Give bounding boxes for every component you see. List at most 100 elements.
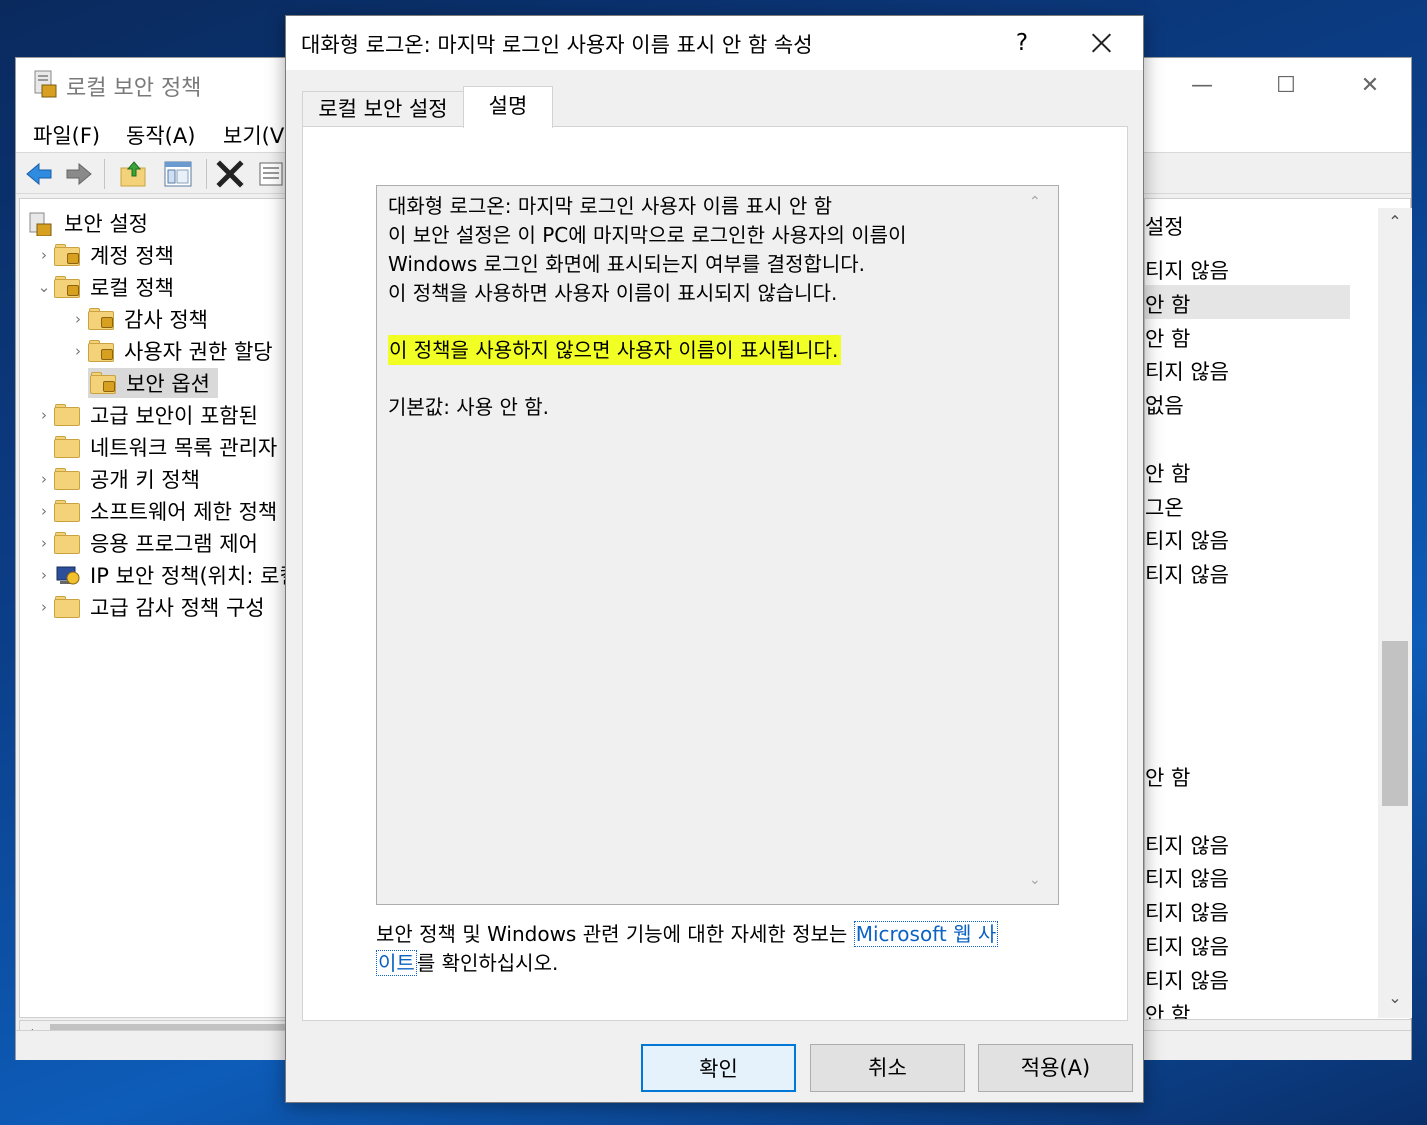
tree-item-app-control[interactable]: › 응용 프로그램 제어: [28, 527, 299, 559]
locked-folder-icon: [54, 244, 80, 266]
microsoft-website-link[interactable]: Microsoft 웹 사: [853, 921, 999, 947]
folder-icon: [54, 468, 80, 490]
microsoft-website-link-continued[interactable]: 이트: [376, 950, 417, 976]
minimize-button[interactable]: —: [1182, 72, 1222, 100]
tree-item-ip-security[interactable]: › IP 보안 정책(위치: 로컬: [28, 559, 299, 591]
list-item[interactable]: 안 함: [1145, 458, 1190, 488]
tree-item-advanced-firewall[interactable]: › 고급 보안이 포함된: [28, 399, 299, 431]
scrollbar-thumb[interactable]: [1382, 641, 1408, 806]
expand-arrow-icon[interactable]: ›: [68, 342, 88, 360]
tree-item-software-restriction[interactable]: › 소프트웨어 제한 정책: [28, 495, 299, 527]
tree-item-user-rights[interactable]: › 사용자 권한 할당: [28, 335, 299, 367]
expand-arrow-icon[interactable]: ›: [34, 246, 54, 264]
tab-explain[interactable]: 설명: [463, 86, 553, 128]
tree-item-label: 보안 옵션: [126, 372, 210, 396]
show-hide-tree-icon[interactable]: [162, 158, 194, 190]
list-item[interactable]: 티지 않음: [1145, 830, 1229, 860]
description-line: Windows 로그인 화면에 표시되는지 여부를 결정합니다.: [388, 252, 866, 276]
tree-item-label: 고급 보안이 포함된: [90, 404, 258, 428]
tree-item-label: 고급 감사 정책 구성: [90, 596, 265, 620]
more-info-suffix: 를 확인하십시오.: [416, 951, 559, 975]
collapse-arrow-icon[interactable]: ⌄: [34, 278, 54, 296]
list-item[interactable]: 티지 않음: [1145, 559, 1229, 589]
list-item[interactable]: 안 함: [1145, 999, 1190, 1019]
delete-x-icon[interactable]: [214, 158, 246, 190]
tree-item-label: 계정 정책: [90, 244, 174, 268]
list-item[interactable]: 없음: [1145, 390, 1184, 420]
list-item[interactable]: 그온: [1145, 492, 1184, 522]
console-tree: 보안 설정 › 계정 정책 ⌄ 로컬 정책 › 감사 정책 › 사용자 권한 할…: [19, 198, 319, 1018]
scroll-down-icon[interactable]: ⌄: [1029, 872, 1041, 888]
tree-item-local-policy[interactable]: ⌄ 로컬 정책: [28, 271, 299, 303]
tree-item-advanced-audit[interactable]: › 고급 감사 정책 구성: [28, 591, 299, 623]
scroll-up-icon[interactable]: ⌃: [1378, 212, 1412, 231]
description-text: 대화형 로그온: 마지막 로그인 사용자 이름 표시 안 함 이 보안 설정은 …: [388, 192, 1018, 422]
column-header-setting[interactable]: 설정: [1145, 211, 1184, 241]
list-item[interactable]: 티지 않음: [1145, 863, 1229, 893]
list-item[interactable]: 안 함: [1145, 289, 1190, 319]
dialog-close-button[interactable]: [1074, 25, 1124, 61]
tree-item-label: 사용자 권한 할당: [124, 340, 273, 364]
forward-arrow-icon[interactable]: [63, 158, 95, 190]
locked-folder-icon: [90, 372, 116, 394]
scroll-down-icon[interactable]: ⌄: [1378, 988, 1412, 1007]
folder-icon: [54, 596, 80, 618]
list-vertical-scrollbar[interactable]: ⌃ ⌄: [1378, 208, 1412, 1018]
list-item[interactable]: 티지 않음: [1145, 897, 1229, 927]
tree-item-label: 로컬 정책: [90, 276, 174, 300]
menu-action[interactable]: 동작(A): [126, 120, 195, 150]
description-line: 이 정책을 사용하면 사용자 이름이 표시되지 않습니다.: [388, 281, 838, 305]
policy-list: 설정 티지 않음 안 함안 함 티지 않음 없음 안 함 그온 티지 않음 티지 않음 안 함티…: [1144, 198, 1411, 1020]
cancel-button[interactable]: 취소: [810, 1044, 965, 1092]
help-button[interactable]: ?: [1004, 25, 1040, 61]
default-value-line: 기본값: 사용 안 함.: [388, 395, 549, 419]
list-item[interactable]: 티지 않음: [1145, 525, 1229, 555]
security-settings-icon: [29, 212, 52, 236]
highlighted-description-line: 이 정책을 사용하지 않으면 사용자 이름이 표시됩니다.: [388, 335, 842, 365]
dialog-title: 대화형 로그온: 마지막 로그인 사용자 이름 표시 안 함 속성: [301, 33, 813, 57]
tree-item-audit-policy[interactable]: › 감사 정책: [28, 303, 299, 335]
up-folder-icon[interactable]: [118, 158, 150, 190]
list-item[interactable]: 안 함: [1145, 323, 1190, 353]
ok-button[interactable]: 확인: [641, 1044, 796, 1092]
locked-folder-icon: [88, 340, 114, 362]
properties-icon[interactable]: [256, 158, 288, 190]
tree-item-public-key[interactable]: › 공개 키 정책: [28, 463, 299, 495]
back-arrow-icon[interactable]: [23, 158, 55, 190]
maximize-button[interactable]: ☐: [1266, 72, 1306, 100]
description-line: 대화형 로그온: 마지막 로그인 사용자 이름 표시 안 함: [388, 194, 832, 218]
explain-tab-panel: 대화형 로그온: 마지막 로그인 사용자 이름 표시 안 함 이 보안 설정은 …: [302, 126, 1128, 1021]
folder-icon: [54, 532, 80, 554]
tree-item-label: IP 보안 정책(위치: 로컬: [90, 564, 299, 588]
list-item[interactable]: 티지 않음: [1145, 965, 1229, 995]
list-item[interactable]: 티지 않음: [1145, 356, 1229, 386]
tree-item-security-options[interactable]: 보안 옵션: [28, 367, 299, 399]
apply-button[interactable]: 적용(A): [978, 1044, 1133, 1092]
menu-view[interactable]: 보기(V): [223, 120, 292, 150]
close-window-button[interactable]: ✕: [1350, 72, 1390, 100]
expand-arrow-icon[interactable]: ›: [34, 470, 54, 488]
scroll-up-icon[interactable]: ⌃: [1029, 194, 1041, 210]
list-item[interactable]: 티지 않음: [1145, 931, 1229, 961]
expand-arrow-icon[interactable]: ›: [34, 406, 54, 424]
list-item[interactable]: 티지 않음: [1145, 255, 1229, 285]
expand-arrow-icon[interactable]: ›: [34, 598, 54, 616]
dialog-title-bar: 대화형 로그온: 마지막 로그인 사용자 이름 표시 안 함 속성 ?: [286, 16, 1143, 70]
tree-item-security-settings[interactable]: 보안 설정: [28, 207, 299, 239]
tree-item-label: 네트워크 목록 관리자: [90, 436, 278, 460]
expand-arrow-icon[interactable]: ›: [34, 566, 54, 584]
locked-folder-icon: [88, 308, 114, 330]
expand-arrow-icon[interactable]: ›: [34, 534, 54, 552]
tab-local-security-setting[interactable]: 로컬 보안 설정: [302, 91, 464, 127]
folder-icon: [54, 500, 80, 522]
more-info-prefix: 보안 정책 및 Windows 관련 기능에 대한 자세한 정보는: [376, 922, 854, 946]
description-line: 이 보안 설정은 이 PC에 마지막으로 로그인한 사용자의 이름이: [388, 223, 907, 247]
description-textbox[interactable]: 대화형 로그온: 마지막 로그인 사용자 이름 표시 안 함 이 보안 설정은 …: [376, 185, 1059, 905]
expand-arrow-icon[interactable]: ›: [68, 310, 88, 328]
list-item[interactable]: 안 함: [1145, 762, 1190, 792]
tree-item-account-policy[interactable]: › 계정 정책: [28, 239, 299, 271]
policy-properties-dialog: 대화형 로그온: 마지막 로그인 사용자 이름 표시 안 함 속성 ? 로컬 보…: [285, 15, 1144, 1103]
tree-item-network-list[interactable]: 네트워크 목록 관리자: [28, 431, 299, 463]
menu-file[interactable]: 파일(F): [33, 120, 100, 150]
expand-arrow-icon[interactable]: ›: [34, 502, 54, 520]
